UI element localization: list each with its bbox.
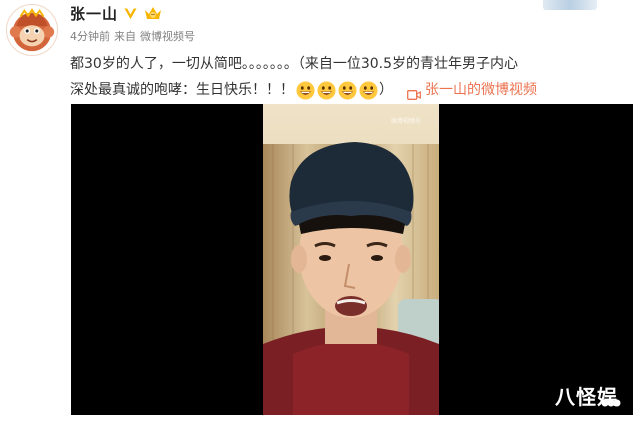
video-camera-icon [407,84,421,100]
watermark-logo-icon [601,399,621,407]
post-time[interactable]: 4分钟前 [70,28,110,44]
monkey-avatar-icon [7,5,57,55]
post-text-line-1: 都30岁的人了，一切从简吧。。。。。。。（来自一位30.5岁的青壮年男子内心 [70,56,518,72]
video-frame-watermark: 微博视频号 [391,118,422,125]
post-text-line-2: 深处最真诚的咆哮：生日快乐！！！ [70,82,294,98]
thumbnail-image [543,0,597,10]
emoji-row [296,81,378,100]
grinning-emoji-icon [359,81,378,100]
post-meta: 4分钟前 来自 微博视频号 [70,28,195,44]
grinning-emoji-icon [338,81,357,100]
video-still-image [263,104,439,415]
verified-v-icon [123,6,138,21]
username[interactable]: 张一山 [70,3,118,24]
source-name[interactable]: 微博视频号 [140,28,195,44]
source-prefix: 来自 [114,30,136,43]
member-crown-icon [143,4,163,22]
video-link-label[interactable]: 张一山的微博视频 [425,77,537,103]
post-text: 都30岁的人了，一切从简吧。。。。。。。（来自一位30.5岁的青壮年男子内心 深… [70,51,635,103]
video-source-link[interactable]: 张一山的微博视频 [407,77,537,103]
video-player[interactable]: 微博视频号 [71,104,633,415]
avatar[interactable] [6,4,58,56]
grinning-emoji-icon [317,81,336,100]
grinning-emoji-icon [296,81,315,100]
post-header: 张一山 [70,3,163,23]
closing-paren: ） [379,82,393,98]
post-text-line-2-row: 深处最真诚的咆哮：生日快乐！！！ ） 张一山的微博视频 [70,77,635,103]
video-frame: 微博视频号 [263,104,439,415]
